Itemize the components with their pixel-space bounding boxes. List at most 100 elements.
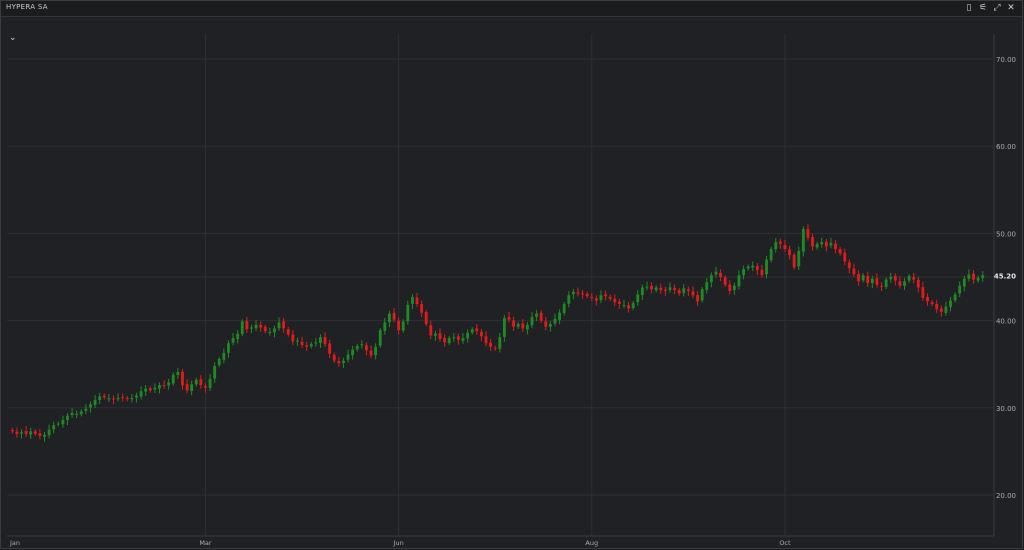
- candle-body: [342, 360, 345, 363]
- candle-body: [470, 329, 474, 333]
- candle-body: [447, 338, 451, 344]
- candle-body: [659, 287, 663, 291]
- candle-body: [788, 249, 791, 256]
- candle-body: [424, 312, 428, 325]
- candle-body: [190, 384, 194, 392]
- candle-body: [185, 384, 189, 391]
- candle-body: [824, 241, 828, 247]
- candle-body: [843, 252, 847, 262]
- candle-body: [801, 229, 805, 252]
- x-tick-label: Jun: [393, 539, 404, 547]
- candle-body: [387, 313, 391, 323]
- candle-body: [493, 347, 497, 349]
- candle-body: [903, 281, 906, 286]
- candle-body: [222, 352, 226, 360]
- candle-body: [654, 287, 658, 291]
- candle-body: [507, 316, 511, 320]
- bookmark-icon[interactable]: ▯: [964, 2, 974, 14]
- candle-body: [61, 420, 65, 425]
- y-tick-label: 50.00: [996, 230, 1016, 238]
- candle-body: [112, 398, 115, 400]
- candle-body: [792, 254, 796, 268]
- candle-body: [406, 304, 410, 322]
- candle-body: [56, 423, 60, 425]
- candle-body: [797, 250, 801, 267]
- chart-window: HYPERA SA ▯ ⚟ ⤢ ✕ ⌄ 70.00 60.00 50.00 40.00…: [0, 0, 1023, 549]
- candle-body: [535, 313, 539, 317]
- candle-body: [158, 385, 161, 389]
- candle-body: [870, 278, 874, 284]
- candle-body: [737, 275, 741, 287]
- candle-body: [714, 271, 718, 275]
- candle-body: [452, 337, 456, 339]
- candle-body: [581, 293, 585, 295]
- candle-body: [682, 288, 686, 293]
- candle-body: [328, 343, 332, 354]
- candle-body: [719, 272, 722, 277]
- candle-body: [926, 296, 929, 302]
- candle-body: [204, 386, 207, 388]
- candle-body: [259, 324, 263, 328]
- candle-body: [33, 431, 37, 434]
- candle-body: [378, 330, 382, 346]
- candle-body: [176, 372, 180, 376]
- candle-body: [838, 249, 842, 254]
- x-tick-label: Oct: [779, 539, 791, 547]
- candle-body: [20, 432, 23, 434]
- candle-body: [337, 361, 341, 364]
- candle-body: [282, 321, 286, 329]
- candle-body: [213, 365, 217, 379]
- candle-body: [866, 275, 870, 284]
- candle-body: [512, 320, 516, 327]
- candle-body: [893, 275, 897, 281]
- candle-body: [15, 431, 19, 434]
- candle-body: [392, 312, 396, 320]
- candle-body: [351, 349, 355, 356]
- candle-body: [296, 340, 299, 342]
- candle-body: [43, 434, 46, 437]
- candle-body: [116, 398, 120, 400]
- candle-body: [631, 303, 635, 309]
- candle-body: [456, 336, 460, 340]
- candle-body: [627, 305, 630, 309]
- candle-body: [949, 300, 952, 307]
- candle-body: [231, 338, 235, 343]
- candle-body: [696, 294, 699, 302]
- candle-body: [820, 242, 824, 245]
- close-icon[interactable]: ✕: [1006, 2, 1016, 14]
- candlestick-chart[interactable]: 70.00 60.00 50.00 40.00 30.00 20.00 Jan Mar Jun A…: [1, 16, 1023, 549]
- candle-body: [420, 304, 424, 313]
- candle-body: [66, 415, 69, 421]
- candle-body: [300, 341, 304, 346]
- candle-body: [640, 287, 644, 296]
- candle-body: [921, 287, 925, 298]
- settings-sliders-icon[interactable]: ⚟: [978, 2, 988, 14]
- candle-body: [686, 289, 690, 291]
- candle-body: [746, 266, 750, 269]
- candle-body: [751, 265, 755, 268]
- candle-body: [769, 249, 773, 261]
- candle-body: [314, 342, 318, 344]
- candle-body: [484, 336, 488, 344]
- candle-body: [171, 374, 175, 384]
- candle-body: [250, 327, 253, 329]
- candle-body: [594, 298, 598, 301]
- y-tick-label: 60.00: [996, 143, 1016, 151]
- candle-body: [383, 322, 387, 331]
- candle-body: [834, 243, 837, 250]
- candle-body: [167, 382, 171, 386]
- candle-body: [70, 413, 74, 415]
- candle-body: [673, 288, 676, 291]
- candle-body: [663, 289, 667, 291]
- candle-body: [93, 399, 97, 406]
- candle-body: [263, 326, 267, 332]
- expand-icon[interactable]: ⤢: [992, 2, 1002, 14]
- candle-body: [516, 324, 520, 327]
- candle-body: [475, 328, 479, 332]
- candle-body: [135, 395, 138, 398]
- candle-body: [217, 358, 221, 365]
- candle-body: [755, 266, 759, 271]
- candle-body: [162, 385, 166, 387]
- candle-body: [829, 242, 833, 246]
- candle-body: [953, 294, 957, 301]
